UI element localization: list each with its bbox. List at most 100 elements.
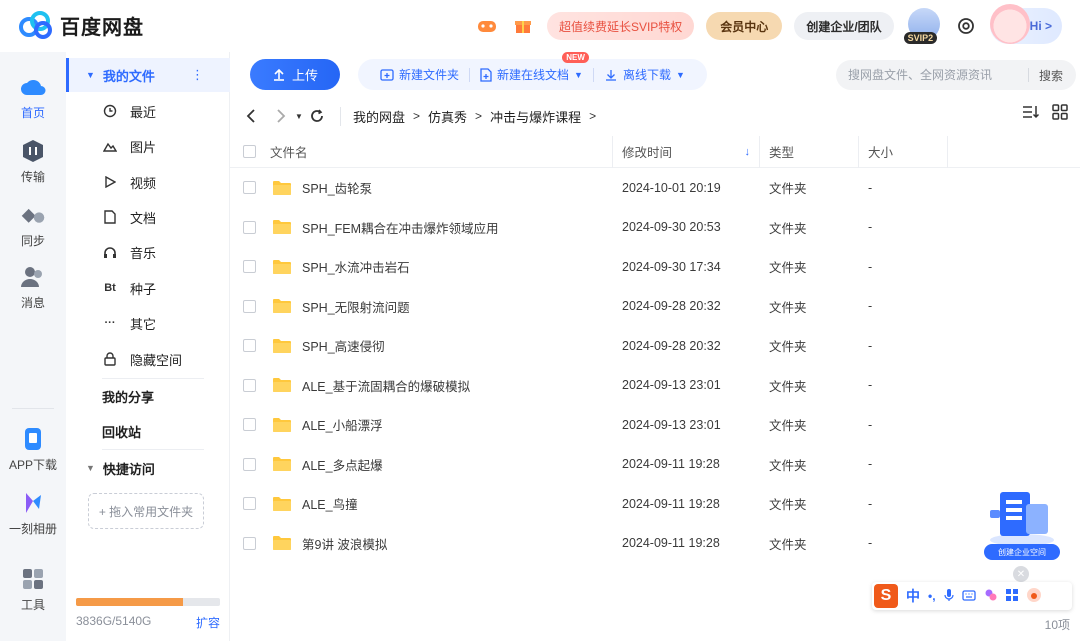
row-checkbox[interactable] — [243, 220, 256, 234]
file-name-cell[interactable]: SPH_水流冲击岩石 — [270, 247, 613, 287]
offline-download-button[interactable]: 离线下载 ▼ — [594, 66, 695, 83]
forward-arrow-icon[interactable] — [270, 105, 292, 127]
settings-icon[interactable] — [954, 14, 978, 38]
search-input[interactable] — [836, 68, 1016, 82]
sidebar-divider — [102, 449, 204, 450]
file-name-cell[interactable]: ALE_小船漂浮 — [270, 405, 613, 445]
rail-item-album[interactable]: 一刻相册 — [0, 490, 66, 537]
sidebar-item-my-files[interactable]: ▼ 我的文件 ⋮ — [66, 58, 230, 92]
quick-access-drop-zone[interactable]: + 拖入常用文件夹 — [88, 493, 204, 529]
sidebar-item-quick-access[interactable]: ▼ 快捷访问 — [66, 451, 230, 485]
row-checkbox[interactable] — [243, 497, 256, 511]
sidebar-item-documents[interactable]: 文档 — [66, 200, 230, 234]
breadcrumb-item[interactable]: 冲击与爆炸课程 — [490, 107, 581, 126]
sidebar-item-hidden-space[interactable]: 隐藏空间 — [66, 342, 230, 376]
keyboard-icon[interactable] — [961, 589, 976, 604]
column-header-size[interactable]: 大小 — [859, 135, 948, 168]
column-header-modified[interactable]: 修改时间 ↓ — [613, 135, 760, 168]
rail-item-messages[interactable]: 消息 — [0, 264, 66, 311]
enterprise-space-widget[interactable]: 创建企业空间 — [982, 486, 1064, 564]
table-row[interactable]: SPH_水流冲击岩石 2024-09-30 17:34 文件夹 - — [230, 247, 1080, 287]
sidebar-item-label: 音乐 — [130, 245, 157, 261]
sidebar-item-torrents[interactable]: Bt 种子 — [66, 271, 230, 305]
user-avatar[interactable]: SVIP2 — [903, 8, 942, 44]
expand-storage-link[interactable]: 扩容 — [196, 614, 220, 631]
close-icon[interactable]: ✕ — [1013, 566, 1029, 582]
sidebar-item-videos[interactable]: 视频 — [66, 165, 230, 199]
file-name-cell[interactable]: ALE_基于流固耦合的爆破模拟 — [270, 366, 613, 406]
rail-item-sync[interactable]: 同步 — [0, 202, 66, 249]
rail-item-transfer[interactable]: 传输 — [0, 138, 66, 185]
refresh-icon[interactable] — [306, 105, 328, 127]
table-row[interactable]: ALE_多点起爆 2024-09-11 19:28 文件夹 - — [230, 445, 1080, 485]
upload-icon — [273, 68, 284, 81]
more-vertical-icon[interactable]: ⋮ — [191, 67, 204, 83]
row-checkbox[interactable] — [243, 299, 256, 313]
new-online-doc-button[interactable]: 新建在线文档 ▼ NEW — [470, 52, 593, 83]
type-cell: 文件夹 — [760, 208, 859, 248]
row-checkbox[interactable] — [243, 457, 256, 471]
create-enterprise-button[interactable]: 创建企业/团队 — [794, 12, 894, 40]
svip-renew-promo[interactable]: 超值续费延长SVIP特权 — [546, 12, 695, 40]
select-all-checkbox[interactable] — [243, 145, 256, 158]
vip-center-button[interactable]: 会员中心 — [706, 12, 783, 40]
rail-item-tools[interactable]: 工具 — [0, 566, 66, 613]
column-header-name[interactable]: 文件名 — [270, 135, 613, 168]
sort-icon[interactable] — [1022, 104, 1040, 123]
table-row[interactable]: ALE_鸟撞 2024-09-11 19:28 文件夹 - — [230, 484, 1080, 524]
row-checkbox[interactable] — [243, 339, 256, 353]
file-type: 文件夹 — [769, 419, 807, 434]
folder-icon — [273, 299, 291, 314]
skin-icon[interactable] — [984, 588, 998, 605]
sogou-logo-icon[interactable]: S — [874, 584, 898, 608]
gamepad-icon[interactable] — [475, 14, 499, 38]
sidebar-item-images[interactable]: 图片 — [66, 129, 230, 163]
ime-punctuation-toggle[interactable]: •, — [928, 589, 936, 603]
file-name-cell[interactable]: SPH_FEM耦合在冲击爆炸领域应用 — [270, 208, 613, 248]
file-name-cell[interactable]: 第9讲 波浪模拟 — [270, 524, 613, 564]
row-checkbox[interactable] — [243, 181, 256, 195]
file-name-cell[interactable]: SPH_无限射流问题 — [270, 287, 613, 327]
history-dropdown-icon[interactable]: ▼ — [292, 105, 306, 127]
back-arrow-icon[interactable] — [240, 105, 262, 127]
file-name-cell[interactable]: SPH_高速侵彻 — [270, 326, 613, 366]
sidebar-item-music[interactable]: 音乐 — [66, 235, 230, 269]
table-row[interactable]: SPH_无限射流问题 2024-09-28 20:32 文件夹 - — [230, 287, 1080, 327]
sidebar-item-recent[interactable]: 最近 — [66, 94, 230, 128]
sidebar-item-recycle-bin[interactable]: 回收站 — [66, 414, 230, 448]
rail-item-app-download[interactable]: APP下载 — [0, 426, 66, 473]
row-checkbox[interactable] — [243, 260, 256, 274]
gift-icon[interactable] — [511, 14, 535, 38]
search-button[interactable]: 搜索 — [1029, 67, 1073, 84]
microphone-icon[interactable] — [943, 588, 954, 605]
ime-mascot-icon[interactable] — [1026, 587, 1042, 606]
file-type: 文件夹 — [769, 458, 807, 473]
new-folder-button[interactable]: 新建文件夹 — [370, 66, 469, 83]
column-header-type[interactable]: 类型 — [760, 135, 859, 168]
assistant-hi-button[interactable]: Hi > — [989, 4, 1062, 44]
grid-view-icon[interactable] — [1052, 104, 1068, 123]
file-name-cell[interactable]: SPH_齿轮泵 — [270, 168, 613, 208]
sidebar-item-others[interactable]: ··· 其它 — [66, 306, 230, 340]
table-row[interactable]: 第9讲 波浪模拟 2024-09-11 19:28 文件夹 - — [230, 524, 1080, 564]
table-row[interactable]: SPH_齿轮泵 2024-10-01 20:19 文件夹 - — [230, 168, 1080, 208]
rail-label: 消息 — [20, 296, 45, 310]
file-name-cell[interactable]: ALE_多点起爆 — [270, 445, 613, 485]
toolbox-grid-icon[interactable] — [1005, 588, 1018, 604]
table-row[interactable]: ALE_小船漂浮 2024-09-13 23:01 文件夹 - — [230, 405, 1080, 445]
table-row[interactable]: SPH_高速侵彻 2024-09-28 20:32 文件夹 - — [230, 326, 1080, 366]
breadcrumb-item[interactable]: 我的网盘 — [353, 107, 405, 126]
upload-button[interactable]: 上传 — [250, 59, 340, 90]
row-checkbox[interactable] — [243, 378, 256, 392]
rail-label: 工具 — [20, 598, 45, 612]
table-row[interactable]: ALE_基于流固耦合的爆破模拟 2024-09-13 23:01 文件夹 - — [230, 366, 1080, 406]
row-checkbox[interactable] — [243, 536, 256, 550]
sidebar-item-my-share[interactable]: 我的分享 — [66, 379, 230, 413]
app-logo[interactable]: 百度网盘 — [18, 10, 144, 40]
table-row[interactable]: SPH_FEM耦合在冲击爆炸领域应用 2024-09-30 20:53 文件夹 - — [230, 208, 1080, 248]
breadcrumb-item[interactable]: 仿真秀 — [428, 107, 467, 126]
file-name-cell[interactable]: ALE_鸟撞 — [270, 484, 613, 524]
ime-mode-toggle[interactable]: 中 — [906, 586, 920, 606]
rail-item-home[interactable]: 首页 — [0, 74, 66, 121]
row-checkbox[interactable] — [243, 418, 256, 432]
